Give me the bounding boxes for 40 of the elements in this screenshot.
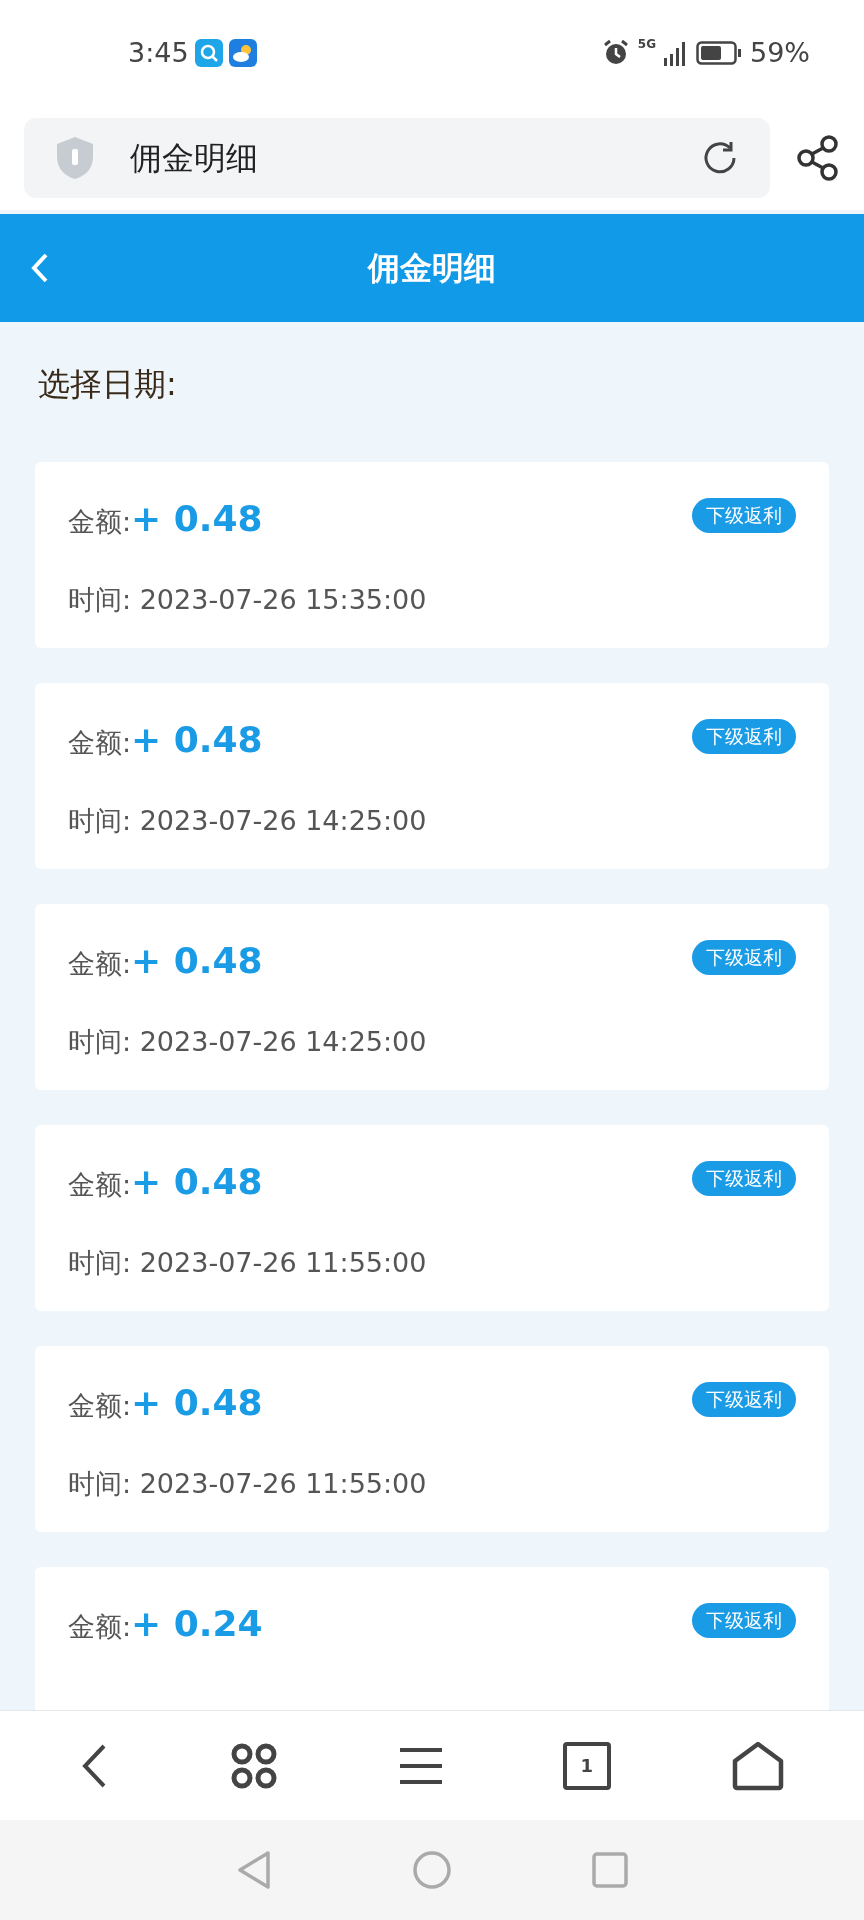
amount-value: + 0.48 <box>131 1160 263 1204</box>
type-tag: 下级返利 <box>692 1161 796 1196</box>
address-bar[interactable]: 佣金明细 <box>24 118 770 198</box>
home-icon[interactable] <box>731 1740 784 1791</box>
type-tag: 下级返利 <box>692 940 796 975</box>
type-tag: 下级返利 <box>692 719 796 754</box>
header-title: 佣金明细 <box>368 248 496 289</box>
date-label[interactable]: 选择日期: <box>38 360 177 408</box>
share-icon[interactable] <box>796 134 840 182</box>
amount-label: 金额: <box>68 947 132 981</box>
signal-icon <box>664 40 688 66</box>
network-label: 5G <box>637 35 656 53</box>
status-time: 3:45 <box>128 35 189 70</box>
amount-value: + 0.48 <box>131 497 263 541</box>
amount-label: 金额: <box>68 726 132 760</box>
tabs-button[interactable]: 1 <box>562 1741 611 1790</box>
amount-label: 金额: <box>68 505 132 539</box>
record-time: 时间: 2023-07-26 11:55:00 <box>68 1246 427 1280</box>
amount-value: + 0.48 <box>131 1381 263 1425</box>
record-time: 时间: 2023-07-26 15:35:00 <box>68 583 427 617</box>
type-tag: 下级返利 <box>692 1382 796 1417</box>
shield-icon <box>54 135 96 181</box>
record-time: 时间: 2023-07-26 11:55:00 <box>68 1467 427 1501</box>
type-tag: 下级返利 <box>692 1603 796 1638</box>
record-time: 时间: 2023-07-26 14:25:00 <box>68 804 427 838</box>
amount-label: 金额: <box>68 1389 132 1423</box>
amount-value: + 0.24 <box>131 1602 263 1646</box>
search-icon <box>194 39 223 67</box>
record-time: 时间: 2023-07-26 14:25:00 <box>68 1025 427 1059</box>
weather-icon <box>228 39 257 67</box>
amount-label: 金额: <box>68 1610 132 1644</box>
menu-icon[interactable] <box>400 1745 442 1786</box>
amount-value: + 0.48 <box>131 939 263 983</box>
amount-value: + 0.48 <box>131 718 263 762</box>
alarm-icon <box>601 39 630 67</box>
page-title: 佣金明细 <box>130 138 259 179</box>
battery-icon <box>696 41 742 65</box>
type-tag: 下级返利 <box>692 498 796 533</box>
amount-label: 金额: <box>68 1168 132 1202</box>
battery-percent: 59% <box>750 35 810 70</box>
